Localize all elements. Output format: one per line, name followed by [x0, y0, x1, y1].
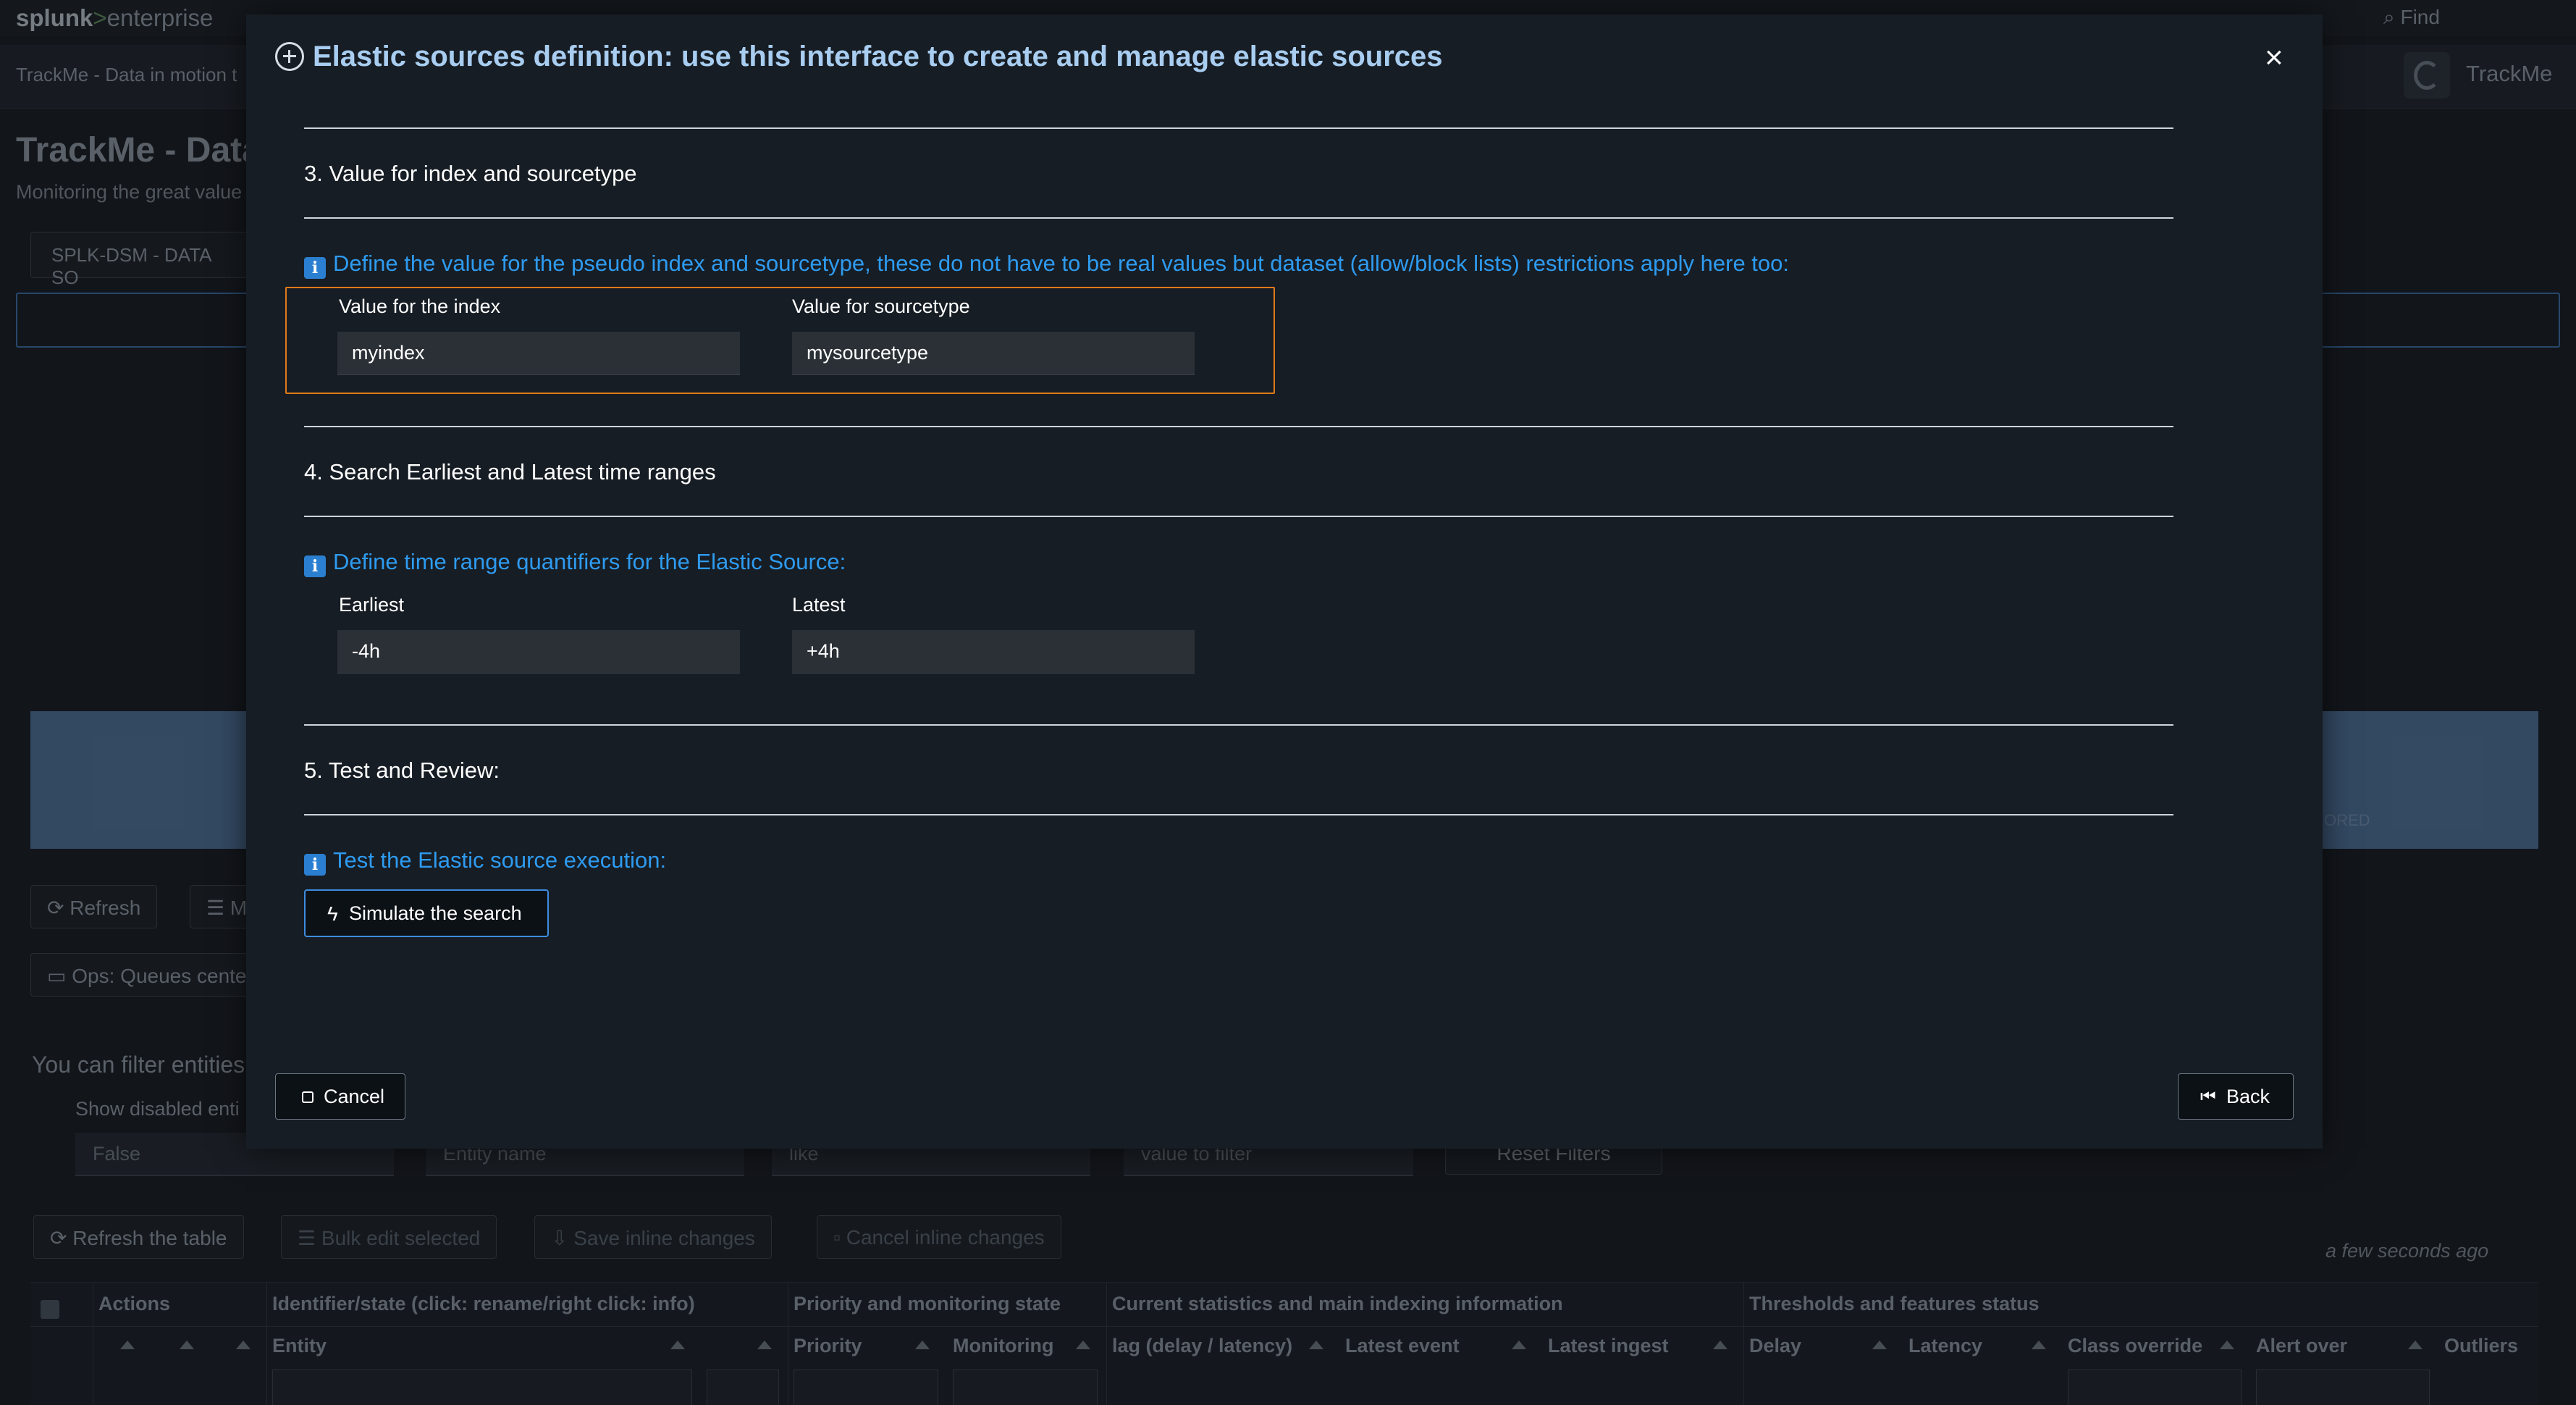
- stop-icon: [302, 1091, 313, 1103]
- cancel-button[interactable]: Cancel: [275, 1073, 405, 1120]
- section-5-info: i Test the Elastic source execution:: [304, 847, 666, 876]
- earliest-label: Earliest: [339, 594, 405, 616]
- close-icon[interactable]: ×: [2265, 42, 2284, 74]
- divider: [304, 217, 2173, 219]
- divider: [304, 127, 2173, 129]
- simulate-search-button[interactable]: ϟ Simulate the search: [304, 889, 549, 937]
- earliest-input[interactable]: [337, 630, 740, 674]
- index-label: Value for the index: [339, 295, 501, 317]
- divider: [304, 516, 2173, 517]
- sourcetype-input[interactable]: [792, 332, 1195, 375]
- info-icon: i: [304, 257, 326, 279]
- modal-title: Elastic sources definition: use this int…: [313, 41, 1443, 72]
- add-circle-icon: [275, 42, 304, 71]
- divider: [304, 814, 2173, 815]
- section-4-info: i Define time range quantifiers for the E…: [304, 549, 846, 577]
- latest-input[interactable]: [792, 630, 1195, 674]
- section-3-info: i Define the value for the pseudo index a…: [304, 251, 1789, 279]
- section-5-title: 5. Test and Review:: [304, 758, 500, 783]
- section-3-title: 3. Value for index and sourcetype: [304, 161, 637, 186]
- divider: [304, 724, 2173, 726]
- info-icon: i: [304, 854, 326, 876]
- index-input[interactable]: [337, 332, 740, 375]
- info-icon: i: [304, 555, 326, 577]
- lightning-icon: ϟ: [327, 902, 338, 925]
- section-4-title: 4. Search Earliest and Latest time range…: [304, 459, 716, 485]
- back-button[interactable]: ⏮ Back: [2178, 1073, 2294, 1120]
- latest-label: Latest: [792, 594, 846, 616]
- rewind-icon: ⏮: [2200, 1087, 2216, 1107]
- sourcetype-label: Value for sourcetype: [792, 295, 970, 317]
- modal-header: Elastic sources definition: use this int…: [246, 14, 2323, 101]
- elastic-sources-modal: Elastic sources definition: use this int…: [246, 14, 2323, 1149]
- divider: [304, 426, 2173, 427]
